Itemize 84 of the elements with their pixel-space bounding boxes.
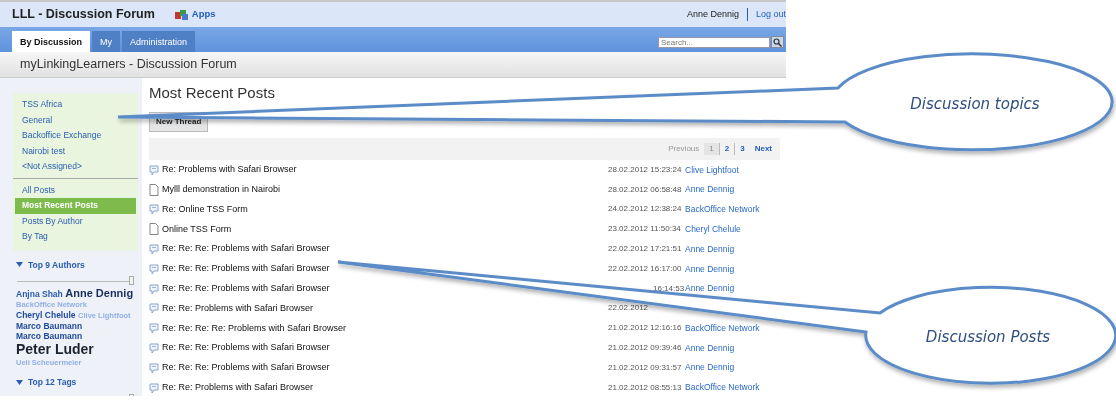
section-title: Most Recent Posts [149,84,276,102]
document-icon [149,183,159,196]
speech-bubble-icon [149,243,159,256]
search-field[interactable]: Search... [658,37,770,48]
tab[interactable]: By Discussion [12,31,91,52]
speech-bubble-icon [149,282,159,295]
author-link[interactable]: Anne Dennig [685,361,735,375]
apps-link[interactable]: Apps [174,7,216,22]
author-link[interactable]: Anne Dennig [685,262,735,276]
next-link[interactable]: Next [749,143,777,155]
triangle-down-icon [16,380,23,386]
author-link[interactable]: Anne Dennig [685,242,735,256]
app-title: LLL - Discussion Forum [12,6,155,24]
post-date: 22.02.2012 17:21:51 [608,244,682,254]
post-date: 24.02.2012 12:38:24 [608,204,682,214]
author-tag[interactable]: Marco Baumann [16,321,83,332]
author-link[interactable]: Anne Dennig [685,341,735,355]
search-icon [773,37,782,47]
apps-icon [174,9,188,20]
speech-bubble-icon [149,262,159,275]
triangle-down-icon [16,262,23,268]
page-title: myLinkingLearners - Discussion Forum [20,56,237,74]
post-date: 23.02.2012 11:50:34 [608,224,681,234]
callout-label: Discussion Posts [925,328,1051,346]
author-link[interactable]: BackOffice Network [685,321,760,335]
author-tag[interactable]: Anne Dennig [65,287,134,300]
post-title-link[interactable]: Re: Re: Re: Problems with Safari Browser [162,243,330,254]
post-title-link[interactable]: Re: Re: Re: Problems with Safari Browser [162,282,330,293]
post-date: 21.02.2012 08:55:13 [608,382,682,392]
post-date: 21.02.2012 12:16:16 [608,323,682,333]
callout-label: Discussion topics [910,95,1040,113]
topic-link[interactable]: Nairobi test [13,143,138,159]
section-heading[interactable]: Top 12 Tags [28,376,77,389]
author-link[interactable]: Cheryl Chelule [685,222,741,236]
speech-bubble-icon [149,322,159,335]
post-title-link[interactable]: Re: Online TSS Form [162,203,248,214]
post-title-link[interactable]: Re: Re: Re: Problems with Safari Browser [162,362,330,373]
document-icon [149,223,159,236]
post-title-link[interactable]: Online TSS Form [162,223,232,234]
topic-link[interactable]: General [13,112,138,128]
author-tag[interactable]: Anjna Shah [16,289,63,300]
post-time: 16:14:53 [653,283,685,293]
post-date: 22.02.2012 16:17:00 [608,263,682,273]
post-title-link[interactable]: Re: Problems with Safari Browser [162,164,297,175]
author-link[interactable]: BackOffice Network [685,203,760,216]
post-title-link[interactable]: Re: Re: Re: Problems with Safari Browser [162,342,330,353]
tab[interactable]: My [92,31,121,52]
tab[interactable]: Administration [122,31,196,52]
author-tag[interactable]: Cheryl Chelule [16,310,76,321]
speech-bubble-icon [149,381,159,394]
post-title-link[interactable]: Re: Re: Re: Problems with Safari Browser [162,263,330,274]
view-link[interactable]: By Tag [13,229,138,245]
speech-bubble-icon [149,361,159,374]
post-date: 21.02.2012 09:31:57 [608,362,682,372]
author-link[interactable]: Clive Lightfoot [685,163,739,177]
view-link[interactable]: Posts By Author [13,213,138,229]
logout-link[interactable]: Log out [746,7,786,22]
topic-link[interactable]: TSS Africa [13,97,138,113]
post-date: 21.02.2012 09:39:46 [608,343,682,353]
user-name: Anne Dennig [686,7,739,21]
section-heading[interactable]: Top 9 Authors [28,258,85,272]
post-date: 28.02.2012 15:23:24 [608,164,682,174]
author-link[interactable]: Anne Dennig [685,183,735,197]
search-button[interactable] [771,36,784,48]
speech-bubble-icon [149,302,159,315]
view-link[interactable]: All Posts [13,182,138,198]
post-title-link[interactable]: Re: Re: Problems with Safari Browser [162,381,314,392]
speech-bubble-icon [149,342,159,355]
page-link[interactable]: 2 [718,143,735,155]
post-title-link[interactable]: Re: Re: Problems with Safari Browser [162,302,314,313]
topic-link[interactable]: Backoffice Exchange [13,128,138,144]
author-tag[interactable]: Marco Baumann [16,331,83,342]
author-link[interactable]: BackOffice Network [685,381,760,395]
post-title-link[interactable]: Mylll demonstration in Nairobi [162,183,281,194]
post-date: 28.02.2012 06:58:48 [608,184,682,194]
topic-link[interactable]: <Not Assigned> [13,159,138,175]
slider-drawing[interactable] [17,276,134,283]
page-link[interactable]: 3 [734,143,750,155]
post-title-link[interactable]: Re: Re: Re: Re: Problems with Safari Browser [162,322,347,333]
speech-bubble-icon [149,163,159,176]
speech-bubble-icon [149,203,159,216]
author-link[interactable]: Anne Dennig [685,282,735,296]
author-tag[interactable]: Peter Luder [16,341,94,358]
post-date: 22.02.2012 [608,303,649,313]
